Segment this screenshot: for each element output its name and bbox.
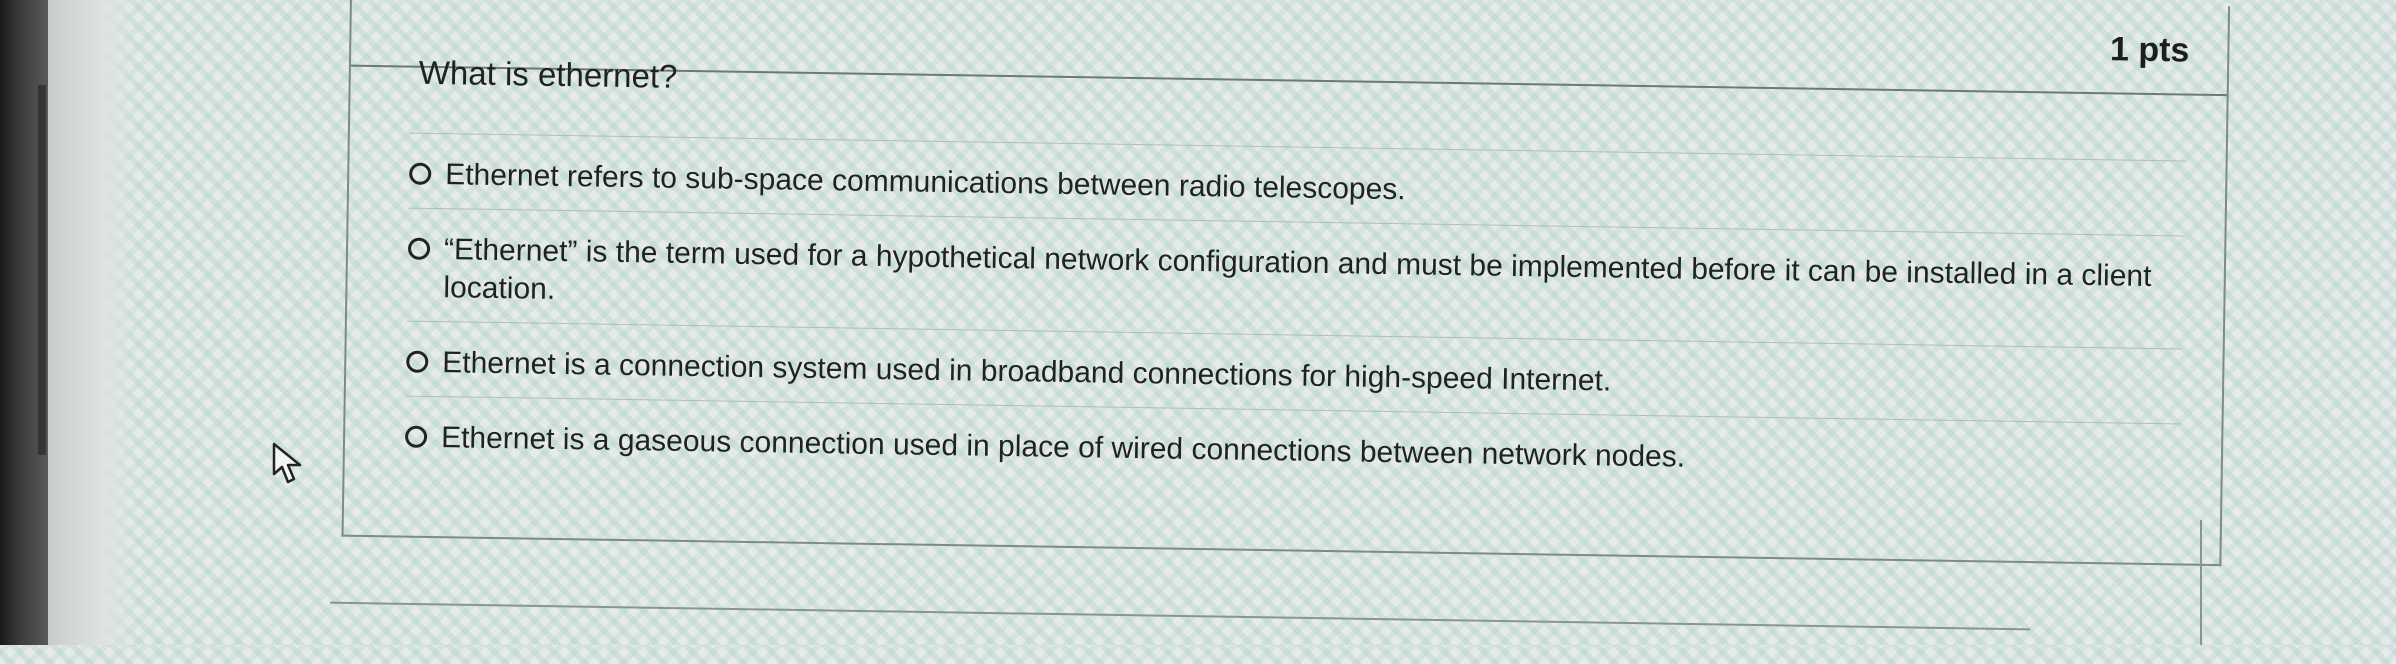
question-prompt: What is ethernet? [418, 53, 678, 95]
mouse-pointer-icon [272, 442, 302, 484]
radio-unselected-icon[interactable] [407, 237, 431, 260]
answer-option-label: Ethernet refers to sub-space communicati… [444, 158, 1406, 207]
radio-unselected-icon[interactable] [409, 162, 432, 185]
points-label: 1 pts [2109, 30, 2190, 70]
answer-options: Ethernet refers to sub-space communicati… [404, 132, 2186, 499]
answer-option-label: Ethernet is a gaseous connection used in… [440, 421, 1686, 474]
answer-option-label: Ethernet is a connection system used in … [442, 346, 1612, 398]
radio-unselected-icon[interactable] [404, 425, 428, 448]
answer-option-label: “Ethernet” is the term used for a hypoth… [443, 233, 2152, 306]
radio-unselected-icon[interactable] [406, 350, 429, 373]
question-card: 1 pts What is ethernet? Ethernet refers … [341, 0, 2231, 567]
panel-edge [2200, 520, 2202, 645]
quiz-screen: 1 pts What is ethernet? Ethernet refers … [0, 0, 2396, 664]
